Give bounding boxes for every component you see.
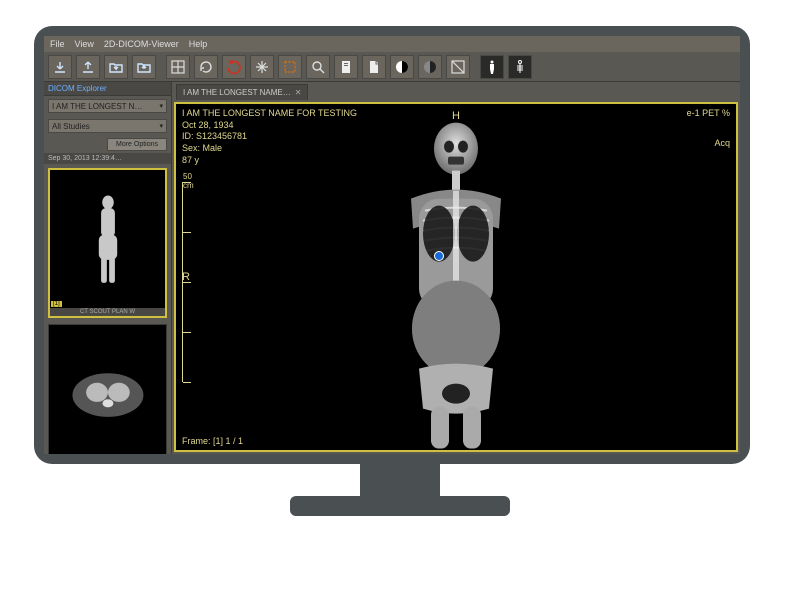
contrast-icon[interactable] — [390, 55, 414, 79]
thumbnail-badge: [1] — [51, 301, 62, 307]
monitor-frame: File View 2D-DICOM-Viewer Help — [34, 26, 750, 464]
explorer-panel: DICOM Explorer I AM THE LONGEST N… All S… — [44, 82, 172, 454]
xray-image — [341, 119, 571, 449]
orientation-top: H — [452, 110, 460, 122]
scale-ruler: 50 cm — [182, 182, 196, 382]
annotation-marker[interactable] — [434, 251, 444, 261]
body-icon[interactable] — [480, 55, 504, 79]
image-viewport[interactable]: I AM THE LONGEST NAME FOR TESTING Oct 28… — [174, 102, 738, 452]
rotate-icon[interactable] — [222, 55, 246, 79]
series-info: e-1 PET % — [687, 108, 730, 120]
reset-icon[interactable] — [194, 55, 218, 79]
main-area: DICOM Explorer I AM THE LONGEST N… All S… — [44, 82, 740, 454]
page-icon[interactable] — [334, 55, 358, 79]
thumbnail-label: CT SCOUT PLAN W — [50, 308, 165, 316]
half-moon-icon[interactable] — [418, 55, 442, 79]
thumbnail-item[interactable]: [275] CTAC SLICES — [48, 324, 167, 454]
xray-icon[interactable] — [508, 55, 532, 79]
more-options-button[interactable]: More Options — [107, 138, 167, 151]
tab-label: I AM THE LONGEST NAME… — [183, 88, 291, 97]
layout-grid-icon[interactable] — [166, 55, 190, 79]
pan-icon[interactable] — [250, 55, 274, 79]
close-icon[interactable]: ✕ — [295, 88, 302, 97]
patient-dob: Oct 28, 1934 — [182, 120, 357, 132]
toolbar — [44, 52, 740, 82]
monitor-stand-base — [290, 496, 510, 516]
zoom-icon[interactable] — [306, 55, 330, 79]
menu-file[interactable]: File — [50, 39, 65, 49]
patient-name: I AM THE LONGEST NAME FOR TESTING — [182, 108, 357, 120]
thumbnail-item[interactable]: [1] CT SCOUT PLAN W — [48, 168, 167, 318]
thumbnail-list[interactable]: [1] CT SCOUT PLAN W [275] CTAC SLICES — [44, 164, 171, 454]
viewer-tab[interactable]: I AM THE LONGEST NAME… ✕ — [176, 84, 308, 100]
study-date-label: Sep 30, 2013 12:39:4… — [44, 153, 171, 164]
folder-in-icon[interactable] — [104, 55, 128, 79]
overlay-top-left: I AM THE LONGEST NAME FOR TESTING Oct 28… — [182, 108, 357, 166]
tab-bar: I AM THE LONGEST NAME… ✕ — [172, 82, 740, 100]
export-icon[interactable] — [76, 55, 100, 79]
monitor-stand-neck — [360, 463, 440, 499]
viewer-wrap: I AM THE LONGEST NAME… ✕ — [172, 82, 740, 454]
document-icon[interactable] — [362, 55, 386, 79]
invert-icon[interactable] — [446, 55, 470, 79]
thumbnail-image: [1] — [50, 170, 165, 308]
frame-indicator: Frame: [1] 1 / 1 — [182, 436, 243, 446]
patient-sex: Sex: Male — [182, 143, 357, 155]
studies-dropdown[interactable]: All Studies — [48, 119, 167, 133]
studies-dropdown-value: All Studies — [52, 122, 90, 131]
menu-view[interactable]: View — [75, 39, 94, 49]
overlay-top-right: e-1 PET % Acq — [687, 108, 730, 149]
import-icon[interactable] — [48, 55, 72, 79]
explorer-title: DICOM Explorer — [44, 82, 171, 96]
patient-dropdown-value: I AM THE LONGEST N… — [52, 102, 142, 111]
select-rect-icon[interactable] — [278, 55, 302, 79]
thumbnail-image: [275] — [49, 325, 166, 454]
patient-age: 87 y — [182, 155, 357, 167]
menu-bar: File View 2D-DICOM-Viewer Help — [44, 36, 740, 52]
app-screen: File View 2D-DICOM-Viewer Help — [44, 36, 740, 454]
acq-label: Acq — [687, 138, 730, 150]
ruler-label: 50 cm — [183, 172, 196, 190]
patient-dropdown[interactable]: I AM THE LONGEST N… — [48, 99, 167, 113]
folder-out-icon[interactable] — [132, 55, 156, 79]
menu-help[interactable]: Help — [189, 39, 208, 49]
toolbar-separator — [160, 55, 162, 79]
menu-2d-dicom-viewer[interactable]: 2D-DICOM-Viewer — [104, 39, 179, 49]
toolbar-separator — [474, 55, 476, 79]
patient-id: ID: S123456781 — [182, 131, 357, 143]
